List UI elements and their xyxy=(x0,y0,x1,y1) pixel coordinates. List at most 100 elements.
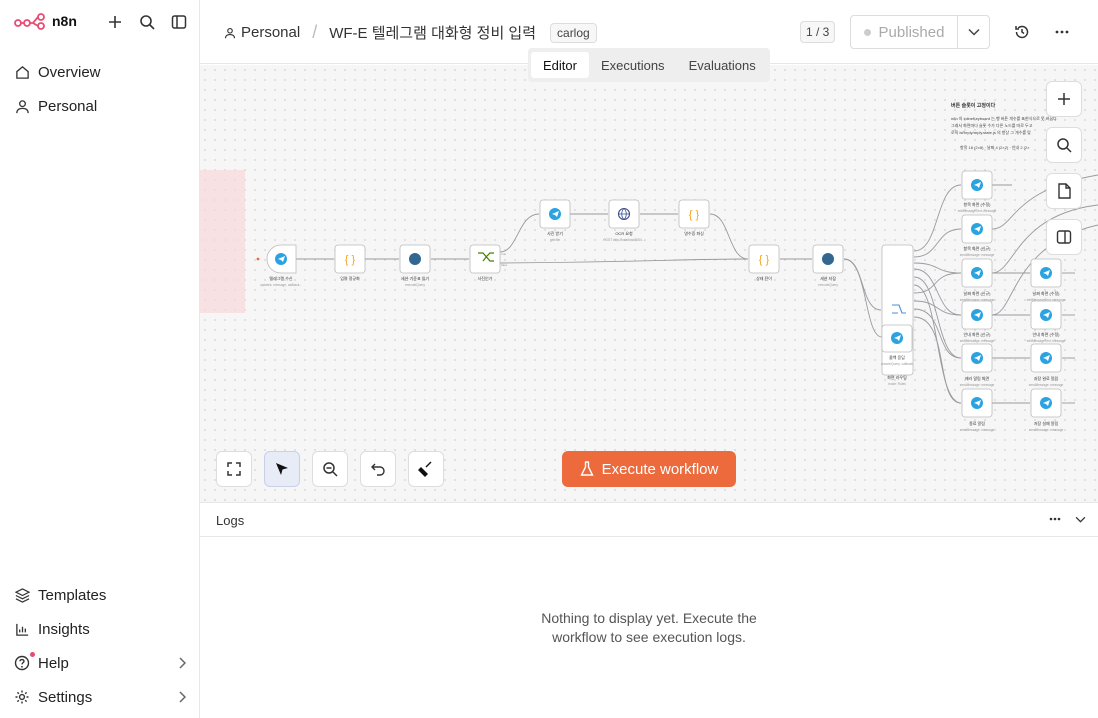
node-telegram-trigger[interactable]: 텔레그램 수신 updates: message, callback... xyxy=(256,244,303,287)
view-tabs: Editor Executions Evaluations xyxy=(528,48,770,82)
output-true-label: true xyxy=(501,252,507,256)
node-end-notice[interactable]: 종료 알림 sendMessage: message xyxy=(960,388,995,432)
node-read-session[interactable]: 세션·기준표 읽기 executeQuery xyxy=(399,244,431,287)
execute-label: Execute workflow xyxy=(601,460,719,478)
sticky-note[interactable]: 버튼 슬롯이 고정이다 n8n 의 inlineKeyboard 는 행 버튼 … xyxy=(951,102,1058,150)
search-icon xyxy=(1057,138,1072,153)
node-subtitle: executeQuery xyxy=(405,283,425,287)
node-subtitle: sendMessage: message xyxy=(1029,428,1064,432)
node-date-screen-edit[interactable]: 날짜 화면 (수정) editMessageText: message xyxy=(1027,258,1066,302)
sidebar-item-label: Settings xyxy=(38,688,93,706)
node-state-transition[interactable]: { } 상태 전이 xyxy=(748,244,780,281)
sidebar-bottom-nav: Templates Insights Help Settings xyxy=(0,578,200,714)
node-guide-screen-edit[interactable]: 안내 화면 (수정) editMessageText: message xyxy=(1027,300,1066,343)
toggle-panel-button[interactable] xyxy=(1046,219,1082,255)
cursor-icon xyxy=(276,463,288,475)
node-parse-receipt[interactable]: { } 영수증 파싱 xyxy=(678,199,710,236)
node-save-session[interactable]: 세션 저장 executeQuery xyxy=(812,244,844,287)
node-subtitle: editMessageText: message xyxy=(1027,339,1066,343)
note-line-4: 항목 16 (2×8) · 날짜 4 (2×2) · 안내 2 (2× xyxy=(960,144,1030,150)
execute-workflow-button[interactable]: Execute workflow xyxy=(562,451,736,487)
node-label: 상태 전이 xyxy=(756,275,772,281)
chevron-right-icon xyxy=(178,690,187,707)
search-icon[interactable] xyxy=(137,12,157,32)
history-icon[interactable] xyxy=(1012,22,1032,42)
postgres-icon xyxy=(822,253,834,265)
zoom-out-icon xyxy=(323,462,338,477)
node-is-photo[interactable]: 사진인가 true false xyxy=(469,244,508,281)
node-subtitle: sendMessage: message xyxy=(1029,383,1064,387)
node-get-photo[interactable]: 사진 받기 get: file xyxy=(539,199,571,242)
node-error-screen[interactable]: 에러 알림 화면 sendMessage: message xyxy=(960,343,995,387)
tab-evaluations[interactable]: Evaluations xyxy=(677,52,768,78)
sidebar-item-overview[interactable]: Overview xyxy=(0,55,200,89)
node-item-screen-new[interactable]: 항목 화면 (신규) sendMessage: message xyxy=(960,214,995,257)
breadcrumb-project[interactable]: Personal xyxy=(241,24,300,41)
workflow-canvas[interactable]: 버튼 슬롯이 고정이다 n8n 의 inlineKeyboard 는 행 버튼 … xyxy=(200,65,1098,502)
logs-more-icon[interactable] xyxy=(1049,511,1061,527)
tab-executions[interactable]: Executions xyxy=(589,52,677,78)
zoom-out-button[interactable] xyxy=(312,451,348,487)
node-normalize-input[interactable]: { } 입력 정규화 xyxy=(334,244,366,281)
breadcrumb-separator: / xyxy=(312,22,318,42)
sidebar-item-templates[interactable]: Templates xyxy=(0,578,200,612)
node-ocr-request[interactable]: OCR 요청 POST: http://localhost:8000... xyxy=(603,199,645,242)
collapse-sidebar-icon[interactable] xyxy=(169,12,189,32)
logs-header: Logs xyxy=(200,502,1098,537)
fullscreen-icon xyxy=(227,462,241,476)
node-subtitle: updates: message, callback... xyxy=(260,283,302,287)
node-subtitle: POST: http://localhost:8000... xyxy=(603,238,644,242)
node-subtitle: editMessageText: message xyxy=(958,209,997,213)
breadcrumb: Personal / WF-E 텔레그램 대화형 정비 입력 carlog xyxy=(224,22,597,43)
sidebar-item-label: Help xyxy=(38,654,69,672)
broom-icon xyxy=(418,461,432,477)
publish-dropdown-button[interactable] xyxy=(957,16,989,48)
insights-icon xyxy=(14,621,30,637)
sidebar-item-insights[interactable]: Insights xyxy=(0,612,200,646)
node-subtitle: executeQuery xyxy=(818,283,838,287)
workflow-name[interactable]: WF-E 텔레그램 대화형 정비 입력 xyxy=(329,22,536,43)
node-label: 화면 라우팅 xyxy=(887,374,907,380)
tab-editor[interactable]: Editor xyxy=(531,52,589,78)
node-item-screen-edit[interactable]: 항목 화면 (수정) editMessageText: message xyxy=(958,170,997,213)
canvas-bottom-toolbar xyxy=(216,451,444,487)
node-date-screen-new[interactable]: 날짜 화면 (신규) sendMessage: message xyxy=(960,258,995,302)
undo-button[interactable] xyxy=(360,451,396,487)
add-node-button[interactable] xyxy=(1046,81,1082,117)
logs-collapse-chevron-down-icon[interactable] xyxy=(1075,511,1086,527)
note-title: 버튼 슬롯이 고정이다 xyxy=(951,102,996,109)
status-dot xyxy=(863,28,871,36)
node-label: 입력 정규화 xyxy=(340,275,360,281)
sidebar-item-help[interactable]: Help xyxy=(0,646,200,680)
node-subtitle: sendMessage: message xyxy=(960,428,995,432)
sidebar-item-personal[interactable]: Personal xyxy=(0,89,200,123)
add-icon[interactable] xyxy=(105,12,125,32)
sidebar-item-label: Personal xyxy=(38,97,98,115)
node-label: 영수증 파싱 xyxy=(684,230,704,236)
node-guide-screen-new[interactable]: 안내 화면 (신규) sendMessage: message xyxy=(960,300,995,343)
add-sticky-note-button[interactable] xyxy=(1046,173,1082,209)
code-icon: { } xyxy=(345,254,356,266)
node-save-failed[interactable]: 저장 실패 알림 sendMessage: message xyxy=(1029,388,1064,432)
node-label: 안내 화면 (수정) xyxy=(1033,331,1061,337)
node-label: 사진인가 xyxy=(478,275,493,281)
logo[interactable]: n8n xyxy=(14,12,77,30)
canvas-right-toolbar xyxy=(1046,81,1082,255)
settings-icon xyxy=(14,689,30,705)
select-tool-button[interactable] xyxy=(264,451,300,487)
n8n-logo-icon xyxy=(14,13,45,30)
workflow-tag[interactable]: carlog xyxy=(550,22,597,43)
node-save-done[interactable]: 저장 완료 알림 sendMessage: message xyxy=(1029,343,1064,387)
selection-highlight xyxy=(200,170,245,313)
node-label: 사진 받기 xyxy=(547,230,563,236)
fit-view-button[interactable] xyxy=(216,451,252,487)
sidebar-item-settings[interactable]: Settings xyxy=(0,680,200,714)
publish-button-group: Published xyxy=(850,15,990,49)
node-label: 콜백 응답 xyxy=(889,354,905,360)
more-options-icon[interactable] xyxy=(1052,22,1072,42)
tidy-up-button[interactable] xyxy=(408,451,444,487)
node-subtitle: sendMessage: message xyxy=(960,339,995,343)
publish-button[interactable]: Published xyxy=(851,16,957,48)
templates-icon xyxy=(14,587,30,603)
search-nodes-button[interactable] xyxy=(1046,127,1082,163)
